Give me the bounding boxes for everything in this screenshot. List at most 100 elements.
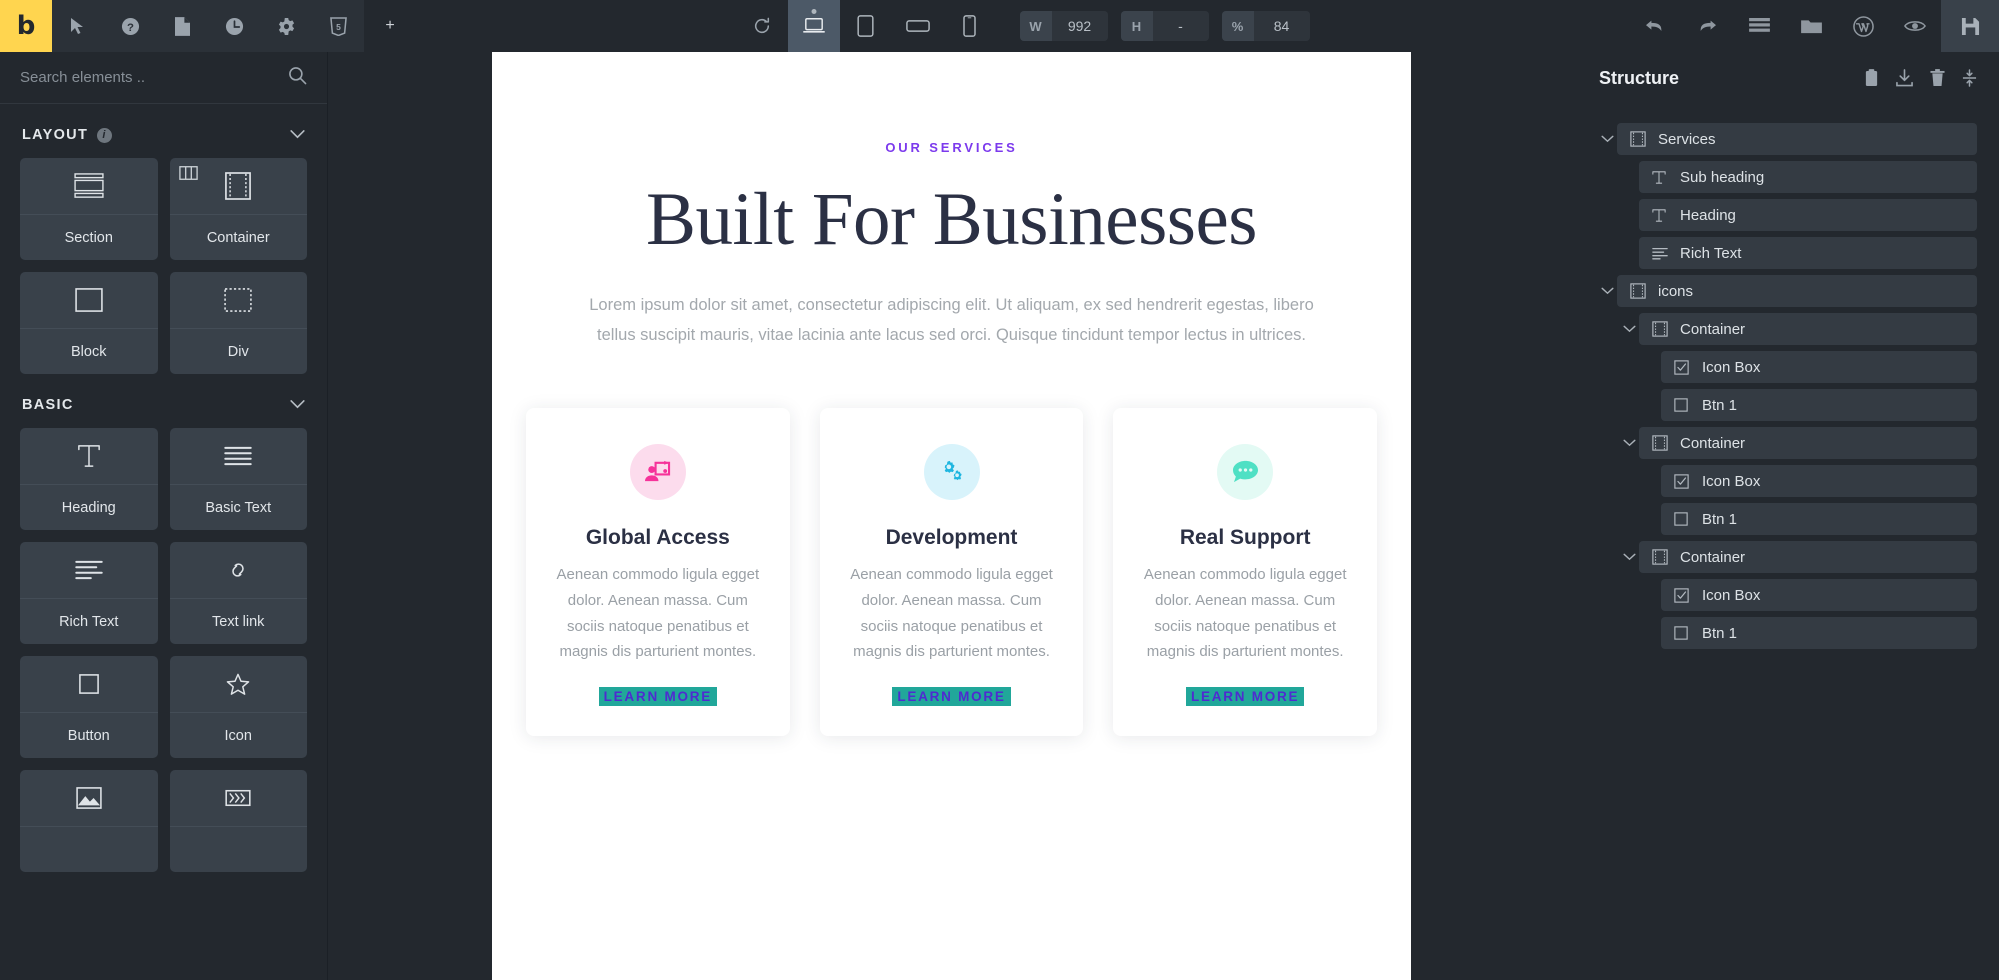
element-tile-icon[interactable]: Icon <box>169 656 307 758</box>
structure-node: Btn 1 <box>1641 389 1977 421</box>
bricks-logo[interactable]: b <box>0 0 52 52</box>
service-card-title: Real Support <box>1179 525 1311 549</box>
element-tile-button[interactable]: Button <box>20 656 158 758</box>
element-label-icon: Icon <box>169 712 307 758</box>
chevron-down-icon[interactable] <box>1597 287 1617 295</box>
group-header-layout[interactable]: LAYOUT i <box>20 104 307 158</box>
element-label-container: Container <box>169 214 307 260</box>
page-canvas[interactable]: OUR SERVICES Built For Businesses Lorem … <box>492 52 1411 980</box>
structure-actions <box>1864 69 1977 87</box>
redo-icon[interactable] <box>1681 0 1733 52</box>
search-icon[interactable] <box>288 66 307 90</box>
page-title[interactable]: Built For Businesses <box>492 177 1411 263</box>
element-tile-image[interactable] <box>20 770 158 872</box>
info-icon[interactable]: i <box>97 127 113 143</box>
structure-tree: Services Sub heading Heading Rich Text icons… <box>1575 104 1999 655</box>
element-tile-heading[interactable]: Heading <box>20 428 158 530</box>
width-value[interactable]: 992 <box>1051 11 1108 41</box>
chevron-down-icon[interactable] <box>1597 135 1617 143</box>
basic-text-icon <box>170 428 308 484</box>
element-label-button: Button <box>20 712 158 758</box>
add-element-button[interactable]: + <box>364 0 416 52</box>
collapse-icon[interactable] <box>1962 69 1977 87</box>
columns-icon[interactable] <box>178 166 198 185</box>
structure-node-container[interactable]: Container <box>1639 427 1977 459</box>
chevron-down-icon[interactable] <box>290 126 305 144</box>
chevron-down-icon[interactable] <box>1619 325 1639 333</box>
service-card-text: Aenean commodo ligula egget dolor. Aenea… <box>850 565 1053 661</box>
structure-node-label: Container <box>1680 320 1746 338</box>
service-card[interactable]: Global Access Aenean commodo ligula egge… <box>526 407 790 737</box>
chat-bubble-icon <box>1217 443 1274 500</box>
structure-node-btn-1[interactable]: Btn 1 <box>1661 617 1977 649</box>
history-icon[interactable] <box>208 0 260 52</box>
structure-node: Sub heading <box>1619 161 1977 193</box>
undo-icon[interactable] <box>1629 0 1681 52</box>
clipboard-icon[interactable] <box>1864 69 1879 87</box>
device-mobile-button[interactable] <box>944 0 996 52</box>
device-tablet-portrait-button[interactable] <box>840 0 892 52</box>
structure-node-icon-box[interactable]: Icon Box <box>1661 351 1977 383</box>
element-tile-block[interactable]: Block <box>20 272 158 374</box>
folder-icon[interactable] <box>1785 0 1837 52</box>
structure-node-rich-text[interactable]: Rich Text <box>1639 237 1977 269</box>
device-tablet-landscape-button[interactable] <box>892 0 944 52</box>
width-field[interactable]: W 992 <box>1019 11 1108 41</box>
structure-node-btn-1[interactable]: Btn 1 <box>1661 389 1977 421</box>
gears-icon <box>923 443 980 500</box>
element-tile-video[interactable] <box>169 770 307 872</box>
structure-node-container[interactable]: Container <box>1639 313 1977 345</box>
toolbar-center-group: W 992 H - % 84 <box>416 0 1629 52</box>
element-tile-section[interactable]: Section <box>20 158 158 260</box>
chevron-down-icon[interactable] <box>290 396 305 414</box>
group-header-basic[interactable]: BASIC <box>20 374 307 428</box>
section-eyebrow[interactable]: OUR SERVICES <box>492 140 1411 155</box>
structure-node-icons[interactable]: icons <box>1617 275 1977 307</box>
element-tile-basic-text[interactable]: Basic Text <box>169 428 308 530</box>
save-button[interactable] <box>1941 0 1999 52</box>
structure-icon[interactable] <box>1733 0 1785 52</box>
zoom-value[interactable]: 84 <box>1253 11 1310 41</box>
elements-scroll-area[interactable]: LAYOUT i Section Container Block Div BAS… <box>0 104 327 980</box>
button-icon <box>1674 512 1690 526</box>
learn-more-link[interactable]: LEARN MORE <box>1186 687 1305 707</box>
wordpress-icon[interactable] <box>1837 0 1889 52</box>
search-input[interactable] <box>20 69 280 86</box>
help-icon[interactable]: ? <box>104 0 156 52</box>
element-tile-text-link[interactable]: Text link <box>169 542 307 644</box>
chevron-down-icon[interactable] <box>1619 439 1639 447</box>
structure-node-icon-box[interactable]: Icon Box <box>1661 465 1977 497</box>
chevron-down-icon[interactable] <box>1619 553 1639 561</box>
structure-node-btn-1[interactable]: Btn 1 <box>1661 503 1977 535</box>
structure-node-services[interactable]: Services <box>1617 123 1977 155</box>
trash-icon[interactable] <box>1930 69 1945 87</box>
element-tile-container[interactable]: Container <box>169 158 307 260</box>
structure-node-icon-box[interactable]: Icon Box <box>1661 579 1977 611</box>
height-value[interactable]: - <box>1152 11 1209 41</box>
preview-icon[interactable] <box>1889 0 1941 52</box>
zoom-field[interactable]: % 84 <box>1221 11 1310 41</box>
element-tile-rich-text[interactable]: Rich Text <box>20 542 158 644</box>
structure-node-label: Icon Box <box>1702 586 1761 604</box>
device-desktop-button[interactable] <box>787 0 840 52</box>
toolbar-right-group <box>1629 0 1999 52</box>
height-field[interactable]: H - <box>1120 11 1209 41</box>
section-lead-text[interactable]: Lorem ipsum dolor sit amet, consectetur … <box>572 291 1332 350</box>
cursor-icon[interactable] <box>52 0 104 52</box>
service-card[interactable]: Real Support Aenean commodo ligula egget… <box>1113 407 1378 737</box>
css-icon[interactable]: 5 <box>312 0 364 52</box>
structure-node-label: icons <box>1658 282 1694 300</box>
learn-more-link[interactable]: LEARN MORE <box>892 687 1011 707</box>
device-switcher <box>787 0 996 52</box>
download-icon[interactable] <box>1896 69 1913 87</box>
service-card[interactable]: Development Aenean commodo ligula egget … <box>819 407 1084 737</box>
width-label: W <box>1019 11 1052 41</box>
structure-node-container[interactable]: Container <box>1639 541 1977 573</box>
structure-node-sub-heading[interactable]: Sub heading <box>1639 161 1977 193</box>
element-tile-div[interactable]: Div <box>169 272 307 374</box>
structure-node-heading[interactable]: Heading <box>1639 199 1977 231</box>
refresh-icon[interactable] <box>736 0 788 52</box>
settings-icon[interactable] <box>260 0 312 52</box>
page-icon[interactable] <box>156 0 208 52</box>
learn-more-link[interactable]: LEARN MORE <box>598 687 717 707</box>
